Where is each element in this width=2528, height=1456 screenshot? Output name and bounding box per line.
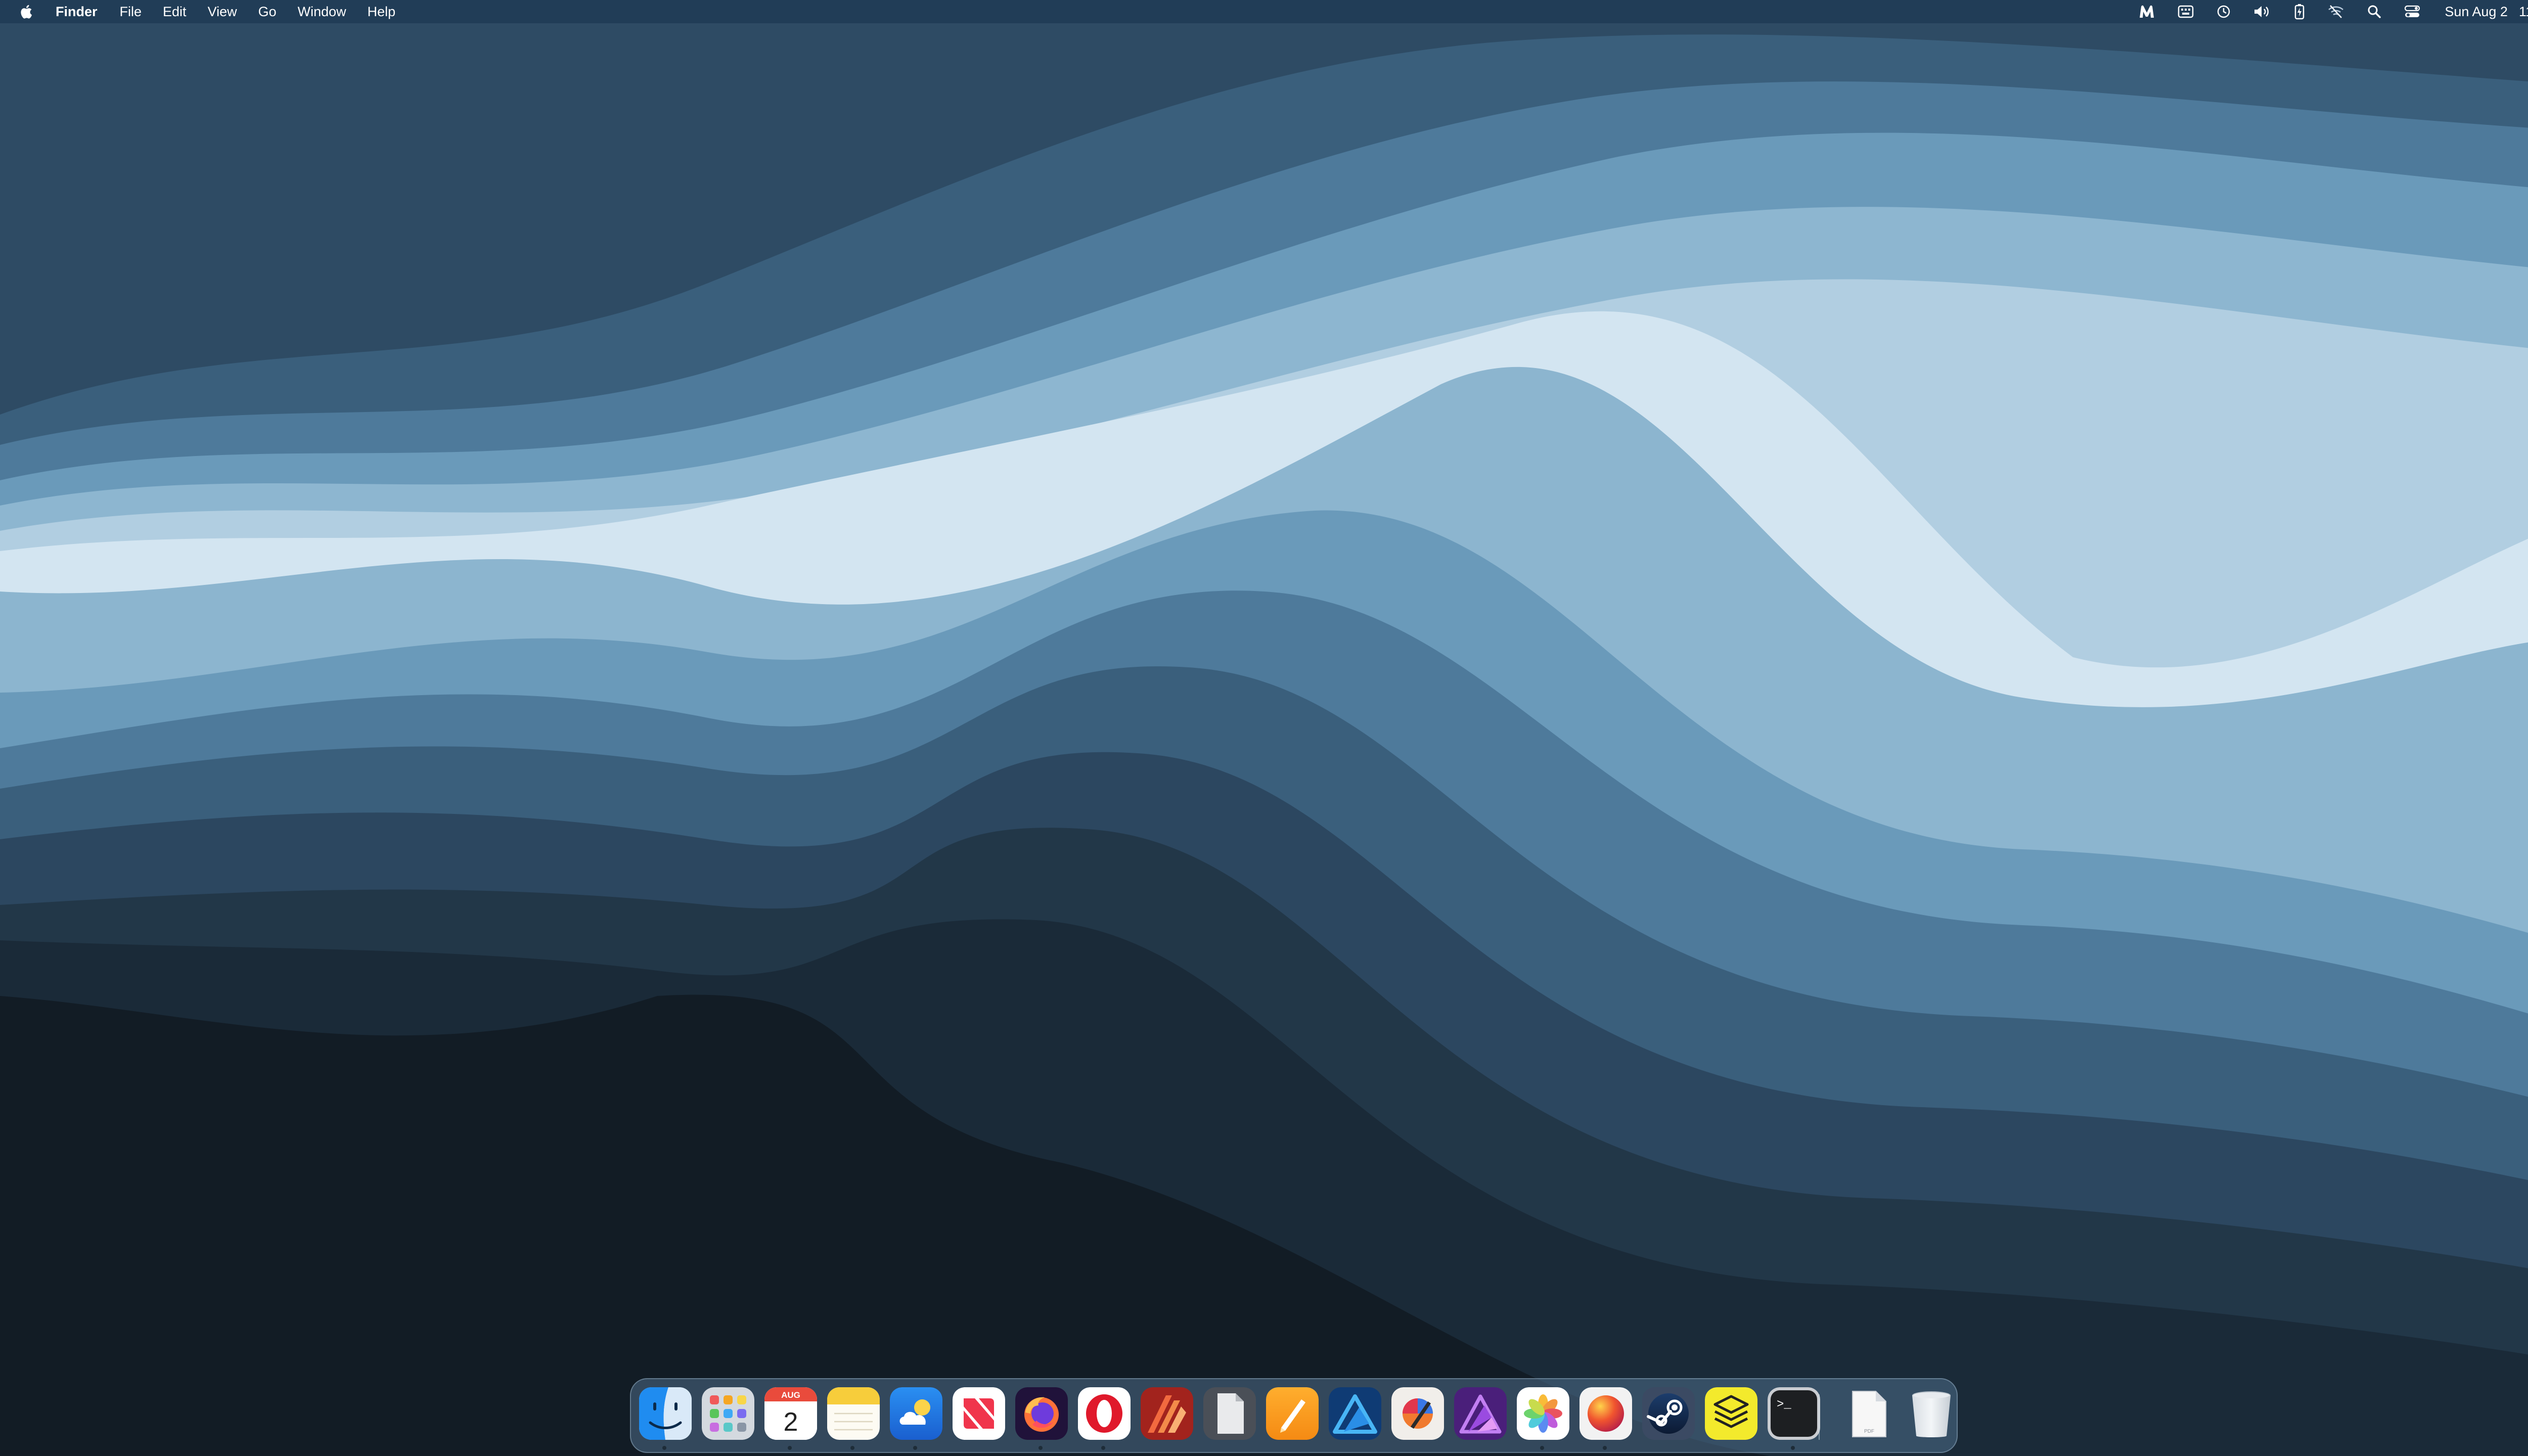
keyboard-brightness-icon[interactable] bbox=[2178, 5, 2194, 19]
affinity-publisher-icon[interactable] bbox=[1141, 1387, 1193, 1440]
firefox-icon[interactable] bbox=[1015, 1387, 1068, 1440]
firefox-running-indicator bbox=[1039, 1446, 1043, 1450]
menu-view[interactable]: View bbox=[208, 4, 237, 20]
affinity-photo-icon[interactable] bbox=[1454, 1387, 1507, 1440]
apple-logo-icon[interactable] bbox=[19, 4, 32, 19]
menu-help[interactable]: Help bbox=[368, 4, 396, 20]
terminal-icon[interactable]: >_ bbox=[1768, 1387, 1820, 1440]
volume-icon[interactable] bbox=[2253, 5, 2272, 19]
menu-window[interactable]: Window bbox=[298, 4, 346, 20]
news-icon[interactable] bbox=[953, 1387, 1005, 1440]
malwarebytes-icon[interactable] bbox=[2138, 5, 2155, 19]
menu-bar-left: Finder File Edit View Go Window Help bbox=[19, 0, 417, 23]
opera-running-indicator bbox=[1101, 1446, 1105, 1450]
menu-go[interactable]: Go bbox=[258, 4, 277, 20]
trash-icon[interactable] bbox=[1905, 1387, 1958, 1440]
time-machine-icon[interactable] bbox=[2216, 4, 2231, 19]
wifi-off-icon[interactable] bbox=[2327, 5, 2344, 19]
notes-running-indicator bbox=[850, 1446, 854, 1450]
opera-icon[interactable] bbox=[1078, 1387, 1131, 1440]
calendar-month-label: AUG bbox=[781, 1390, 800, 1400]
color-picker-icon[interactable] bbox=[1579, 1387, 1632, 1440]
dock: AUG 2 >_ PDF bbox=[630, 1378, 1958, 1453]
terminal-running-indicator bbox=[1791, 1446, 1795, 1450]
control-center-icon[interactable] bbox=[2404, 5, 2420, 19]
desktop-wallpaper bbox=[0, 0, 2528, 1456]
color-picker-running-indicator bbox=[1603, 1446, 1607, 1450]
menu-edit[interactable]: Edit bbox=[163, 4, 187, 20]
notes-icon[interactable] bbox=[827, 1387, 880, 1440]
steam-icon[interactable] bbox=[1642, 1387, 1695, 1440]
photos-icon[interactable] bbox=[1517, 1387, 1569, 1440]
layered-app-icon[interactable] bbox=[1705, 1387, 1757, 1440]
photos-running-indicator bbox=[1540, 1446, 1544, 1450]
menu-app-name[interactable]: Finder bbox=[56, 4, 98, 20]
pdf-label: PDF bbox=[1864, 1429, 1874, 1434]
affinity-designer-icon[interactable] bbox=[1329, 1387, 1381, 1440]
clock-date: Sun Aug 2 bbox=[2445, 4, 2508, 19]
pages-icon[interactable] bbox=[1266, 1387, 1319, 1440]
menu-bar: Finder File Edit View Go Window Help Sun… bbox=[0, 0, 2528, 23]
calendar-running-indicator bbox=[788, 1446, 792, 1450]
finder-icon[interactable] bbox=[639, 1387, 692, 1440]
battery-icon[interactable] bbox=[2294, 4, 2305, 20]
calendar-icon[interactable]: AUG 2 bbox=[764, 1387, 817, 1440]
clock-time: 11:05PM bbox=[2518, 4, 2528, 19]
calendar-day-label: 2 bbox=[784, 1407, 798, 1437]
menu-bar-clock[interactable]: Sun Aug 2 11:05PM bbox=[2445, 4, 2528, 20]
dock-divider bbox=[1819, 1394, 1820, 1440]
weather-icon[interactable] bbox=[890, 1387, 942, 1440]
spotlight-search-icon[interactable] bbox=[2367, 4, 2382, 19]
weather-running-indicator bbox=[913, 1446, 917, 1450]
finder-running-indicator bbox=[662, 1446, 666, 1450]
launchpad-icon[interactable] bbox=[702, 1387, 754, 1440]
menu-bar-right: Sun Aug 2 11:05PM bbox=[2116, 0, 2528, 23]
pdf-document-icon[interactable]: PDF bbox=[1842, 1387, 1895, 1440]
file-icon[interactable] bbox=[1203, 1387, 1256, 1440]
terminal-prompt: >_ bbox=[1777, 1398, 1791, 1412]
menu-file[interactable]: File bbox=[120, 4, 142, 20]
pixelmator-icon[interactable] bbox=[1391, 1387, 1444, 1440]
